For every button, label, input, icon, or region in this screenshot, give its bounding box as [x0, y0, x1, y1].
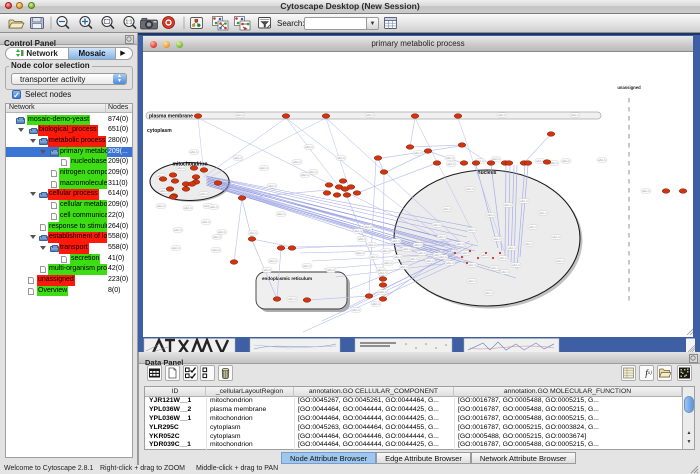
svg-text:abc-1: abc-1	[157, 204, 165, 208]
svg-text:abc-1: abc-1	[212, 248, 220, 252]
svg-text:abc-1: abc-1	[305, 145, 313, 149]
svg-text:abc-1: abc-1	[508, 246, 516, 250]
svg-text:abc-1: abc-1	[269, 259, 277, 263]
svg-text:abc-1: abc-1	[202, 220, 210, 224]
svg-text:abc-1: abc-1	[414, 151, 422, 155]
svg-text:abc-1: abc-1	[249, 231, 257, 235]
svg-text:abc-1: abc-1	[366, 113, 374, 117]
svg-text:abc-1: abc-1	[418, 251, 426, 255]
svg-text:abc-1: abc-1	[210, 205, 218, 209]
svg-text:plasma membrane: plasma membrane	[149, 114, 193, 120]
svg-text:abc-1: abc-1	[493, 237, 501, 241]
svg-text:abc-1: abc-1	[337, 156, 345, 160]
svg-text:abc-1: abc-1	[379, 290, 387, 294]
svg-text:abc-1: abc-1	[520, 199, 528, 203]
svg-text:abc-1: abc-1	[184, 206, 192, 210]
svg-text:abc-1: abc-1	[268, 184, 276, 188]
svg-text:abc-1: abc-1	[190, 150, 198, 154]
svg-text:abc-1: abc-1	[379, 271, 387, 275]
svg-text:abc-1: abc-1	[426, 259, 434, 263]
svg-text:abc-1: abc-1	[400, 265, 408, 269]
svg-text:abc-1: abc-1	[499, 256, 507, 260]
svg-text:abc-1: abc-1	[352, 308, 360, 312]
svg-text:abc-1: abc-1	[512, 263, 520, 267]
svg-text:abc-1: abc-1	[439, 255, 447, 259]
svg-text:abc-1: abc-1	[218, 230, 226, 234]
svg-text:abc-1: abc-1	[498, 113, 506, 117]
svg-text:abc-1: abc-1	[529, 225, 537, 229]
svg-text:abc-1: abc-1	[491, 266, 499, 270]
svg-text:abc-1: abc-1	[200, 192, 208, 196]
svg-text:abc-1: abc-1	[394, 255, 402, 259]
svg-text:abc-1: abc-1	[492, 157, 500, 161]
svg-text:abc-1: abc-1	[327, 268, 335, 272]
svg-text:abc-1: abc-1	[468, 279, 476, 283]
svg-text:abc-1: abc-1	[438, 235, 446, 239]
svg-text:abc-1: abc-1	[598, 158, 606, 162]
svg-text:abc-1: abc-1	[550, 161, 558, 165]
svg-text:abc-1: abc-1	[174, 228, 182, 232]
svg-text:abc-1: abc-1	[414, 243, 422, 247]
svg-text:abc-1: abc-1	[562, 159, 570, 163]
svg-text:abc-1: abc-1	[552, 235, 560, 239]
svg-text:abc-1: abc-1	[260, 166, 268, 170]
svg-text:abc-1: abc-1	[277, 212, 285, 216]
svg-text:1:1: 1:1	[126, 20, 133, 26]
svg-text:abc-1: abc-1	[481, 253, 489, 257]
svg-text:abc-1: abc-1	[462, 251, 470, 255]
svg-text:abc-1: abc-1	[571, 113, 579, 117]
svg-text:abc-1: abc-1	[370, 255, 378, 259]
svg-text:abc-1: abc-1	[403, 247, 411, 251]
svg-text:abc-1: abc-1	[642, 189, 650, 193]
svg-text:abc-1: abc-1	[556, 259, 564, 263]
svg-text:abc-1: abc-1	[358, 237, 366, 241]
svg-text:abc-1: abc-1	[392, 239, 400, 243]
svg-text:abc-1: abc-1	[177, 166, 185, 170]
svg-text:cytoplasm: cytoplasm	[147, 128, 172, 134]
svg-text:abc-1: abc-1	[487, 213, 495, 217]
svg-text:abc-1: abc-1	[309, 170, 317, 174]
svg-text:abc-1: abc-1	[485, 291, 493, 295]
svg-text:abc-1: abc-1	[236, 113, 244, 117]
svg-text:abc-1: abc-1	[433, 223, 441, 227]
svg-text:abc-1: abc-1	[263, 268, 271, 272]
svg-text:abc-1: abc-1	[504, 203, 512, 207]
svg-text:endoplasmic reticulum: endoplasmic reticulum	[262, 276, 312, 281]
svg-text:abc-1: abc-1	[456, 242, 464, 246]
svg-text:abc-1: abc-1	[536, 159, 544, 163]
svg-text:unassigned: unassigned	[617, 85, 641, 90]
svg-text:abc-1: abc-1	[447, 162, 455, 166]
svg-text:abc-1: abc-1	[410, 257, 418, 261]
svg-text:abc-1: abc-1	[368, 243, 376, 247]
svg-text:abc-1: abc-1	[539, 211, 547, 215]
svg-text:abc-1: abc-1	[446, 156, 454, 160]
svg-text:abc-1: abc-1	[372, 302, 380, 306]
svg-text:abc-1: abc-1	[354, 229, 362, 233]
svg-text:abc-1: abc-1	[466, 187, 474, 191]
svg-text:abc-1: abc-1	[172, 246, 180, 250]
svg-text:abc-1: abc-1	[468, 263, 476, 267]
svg-text:abc-1: abc-1	[303, 264, 311, 268]
svg-text:abc-1: abc-1	[501, 270, 509, 274]
svg-text:abc-1: abc-1	[443, 207, 451, 211]
svg-text:abc-1: abc-1	[446, 261, 454, 265]
svg-text:abc-1: abc-1	[364, 225, 372, 229]
svg-text:nucleus: nucleus	[478, 170, 497, 176]
svg-text:(x): (x)	[646, 371, 652, 376]
svg-text:abc-1: abc-1	[382, 249, 390, 253]
svg-text:abc-1: abc-1	[234, 156, 242, 160]
svg-text:abc-1: abc-1	[356, 251, 364, 255]
svg-text:abc-1: abc-1	[213, 235, 221, 239]
svg-text:abc-1: abc-1	[293, 160, 301, 164]
svg-text:abc-1: abc-1	[288, 297, 296, 301]
svg-text:abc-1: abc-1	[301, 173, 309, 177]
svg-text:abc-1: abc-1	[384, 261, 392, 265]
svg-text:abc-1: abc-1	[525, 242, 533, 246]
svg-text:abc-1: abc-1	[468, 228, 476, 232]
